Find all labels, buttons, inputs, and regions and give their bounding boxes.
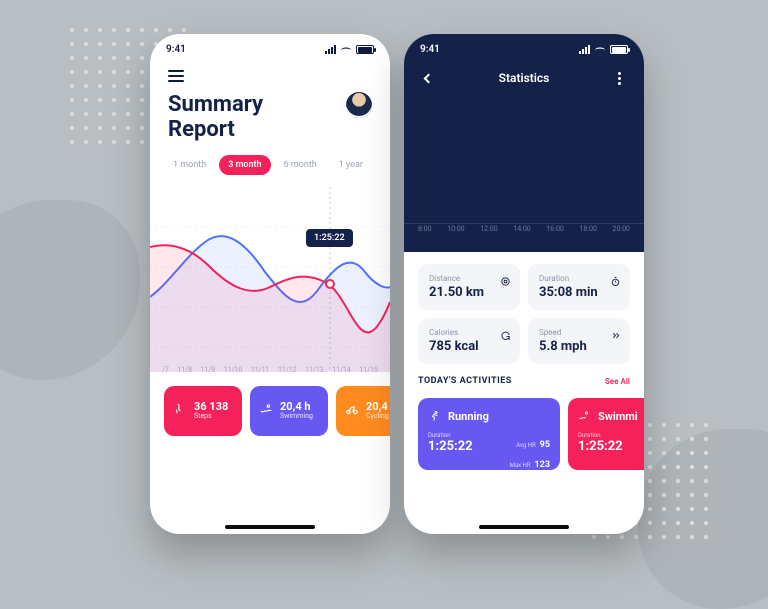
- home-indicator: [225, 525, 315, 529]
- card-swimming[interactable]: 20,4 h Swimming: [250, 386, 328, 436]
- metrics-grid: Distance 21.50 km Duration 35:08 min Cal…: [404, 252, 644, 372]
- tab-1year[interactable]: 1 year: [330, 155, 372, 175]
- home-indicator: [479, 525, 569, 529]
- steps-icon: [173, 401, 187, 420]
- card-cycling[interactable]: 20,4 k Cycling: [336, 386, 390, 436]
- card-value: 36 138: [194, 401, 228, 412]
- title-line2: Report: [168, 117, 235, 142]
- duration-label: Duration: [578, 432, 623, 439]
- duration-label: Duration: [428, 432, 473, 439]
- card-label: Steps: [194, 412, 228, 420]
- status-bar: 9:41: [404, 34, 644, 64]
- activity-name: Running: [448, 410, 489, 423]
- phone-summary: 9:41 Summary Report 1 month 3 month 6 mo…: [150, 34, 390, 534]
- metric-label: Calories: [429, 328, 509, 337]
- metric-speed[interactable]: Speed 5.8 mph: [528, 318, 630, 364]
- metric-value: 785 kcal: [429, 339, 509, 354]
- metric-distance[interactable]: Distance 21.50 km: [418, 264, 520, 310]
- metric-value: 5.8 mph: [539, 339, 619, 354]
- refresh-icon: [500, 326, 511, 345]
- battery-icon: [610, 45, 628, 54]
- avatar[interactable]: [346, 92, 372, 118]
- activities-row: Running Duration 1:25:22 Avg HR 95 Max H…: [404, 390, 644, 470]
- page-title: Summary Report: [168, 92, 263, 143]
- title-line1: Summary: [168, 92, 263, 117]
- signal-icon: [325, 45, 336, 54]
- chevron-left-icon: [423, 73, 433, 83]
- stopwatch-icon: [610, 272, 621, 291]
- metric-duration[interactable]: Duration 35:08 min: [528, 264, 630, 310]
- swimming-icon: [259, 401, 273, 420]
- running-icon: [428, 407, 440, 426]
- status-bar: 9:41: [150, 34, 390, 64]
- metric-label: Speed: [539, 328, 619, 337]
- see-all-link[interactable]: See All: [605, 377, 630, 386]
- duration-value: 1:25:22: [428, 439, 473, 454]
- chevrons-icon: [610, 326, 621, 345]
- wifi-icon: [594, 45, 606, 53]
- bar-chart: [418, 102, 630, 222]
- menu-button[interactable]: [168, 70, 184, 82]
- metric-label: Duration: [539, 274, 619, 283]
- bar-chart-xaxis: 8:00 10:00 12:00 14:00 16:00 18:00 20:00: [404, 222, 644, 233]
- status-time: 9:41: [166, 44, 186, 55]
- phone-statistics: 9:41 Statistics: [404, 34, 644, 534]
- card-value: 20,4 k: [366, 401, 390, 412]
- line-chart: 1:25:22: [150, 187, 390, 372]
- metric-label: Distance: [429, 274, 509, 283]
- card-label: Swimming: [280, 412, 313, 420]
- status-indicators: [579, 45, 628, 54]
- activity-running[interactable]: Running Duration 1:25:22 Avg HR 95 Max H…: [418, 398, 560, 470]
- section-heading: TODAY'S ACTIVITIES: [418, 376, 512, 386]
- status-indicators: [325, 45, 374, 54]
- tab-1month[interactable]: 1 month: [164, 155, 215, 175]
- cycling-icon: [345, 401, 359, 420]
- card-label: Cycling: [366, 412, 390, 420]
- battery-icon: [356, 45, 374, 54]
- status-time: 9:41: [420, 44, 440, 55]
- background-blob: [0, 200, 140, 380]
- back-button[interactable]: [420, 70, 436, 86]
- card-value: 20,4 h: [280, 401, 313, 412]
- chart-tooltip: 1:25:22: [306, 229, 353, 247]
- more-button[interactable]: [612, 70, 628, 86]
- range-tabs: 1 month 3 month 6 month 1 year: [164, 155, 372, 175]
- page-title: Statistics: [499, 71, 550, 85]
- activity-name: Swimmi: [598, 410, 638, 423]
- summary-cards: 36 138 Steps 20,4 h Swimming 20,4 k: [150, 374, 390, 436]
- tab-3month[interactable]: 3 month: [219, 155, 270, 175]
- tab-6month[interactable]: 6 month: [275, 155, 326, 175]
- signal-icon: [579, 45, 590, 54]
- more-icon: [618, 72, 621, 85]
- metric-calories[interactable]: Calories 785 kcal: [418, 318, 520, 364]
- activity-swimming[interactable]: Swimmi Duration 1:25:22: [568, 398, 644, 470]
- target-icon: [500, 272, 511, 291]
- metric-value: 21.50 km: [429, 285, 509, 300]
- swimming-icon: [578, 407, 590, 426]
- card-steps[interactable]: 36 138 Steps: [164, 386, 242, 436]
- wifi-icon: [340, 45, 352, 53]
- metric-value: 35:08 min: [539, 285, 619, 300]
- duration-value: 1:25:22: [578, 439, 623, 454]
